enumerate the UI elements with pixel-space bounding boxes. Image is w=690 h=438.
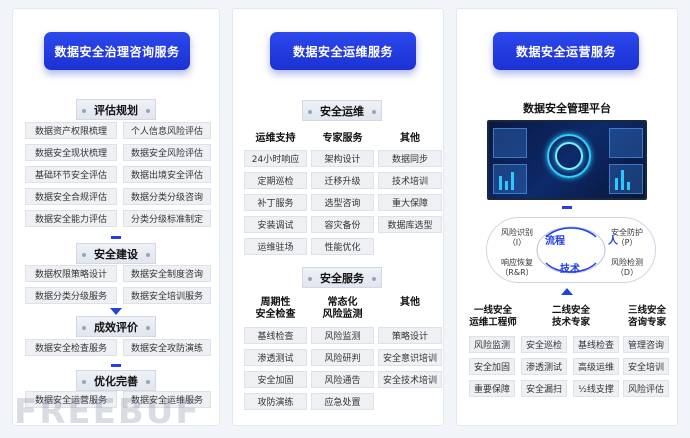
service-item: 安全加固 <box>244 371 307 388</box>
tier-item: 重要保障 <box>469 380 515 397</box>
tier-item: 风险评估 <box>623 380 669 397</box>
phase-build: 安全建设 <box>76 243 156 264</box>
service-item: 技术培训 <box>378 172 442 189</box>
service-item: 风险通告 <box>311 371 374 388</box>
assess-item: 分类分级标准制定 <box>123 210 211 227</box>
governance-header: 数据安全治理咨询服务 <box>44 32 190 70</box>
group-heading: 周期性 安全检查 <box>255 297 296 320</box>
assess-item: 数据安全攻防演练 <box>123 339 211 356</box>
service-item: 定期巡检 <box>244 172 307 189</box>
service-item: 攻防演练 <box>244 393 307 410</box>
service-item: 运维驻场 <box>244 238 307 255</box>
platform-title: 数据安全管理平台 <box>523 102 611 115</box>
tier-heading: 三线安全 咨询专家 <box>627 305 666 328</box>
tier-heading: 一线安全 运维工程师 <box>469 305 517 328</box>
service-item: 迁移升级 <box>311 172 374 189</box>
service-item: 重大保障 <box>378 194 442 211</box>
tier-item: 基线检查 <box>573 336 619 353</box>
service-item: 数据库选型 <box>378 216 442 233</box>
service-item: 应急处置 <box>311 393 374 410</box>
tier-item: 安全加固 <box>469 358 515 375</box>
service-item: 风险监测 <box>311 327 374 344</box>
platform-arrow <box>562 206 572 209</box>
assess-item: 数据安全检查服务 <box>25 339 117 356</box>
flow-dash-1 <box>111 236 121 239</box>
service-item: 安全意识培训 <box>378 349 442 366</box>
tier-item: 安全巡检 <box>521 336 567 353</box>
operation-service-header: 数据安全运营服务 <box>493 32 639 70</box>
assess-item: 个人信息风险评估 <box>123 122 211 139</box>
freebuf-watermark: FREEBUF <box>14 392 201 432</box>
phase-evaluate: 成效评价 <box>76 316 156 337</box>
group-heading: 运维支持 <box>255 133 296 144</box>
assess-item: 基础环节安全评估 <box>25 166 117 183</box>
assess-item: 数据资产权限梳理 <box>25 122 117 139</box>
assess-item: 数据安全制度咨询 <box>123 265 211 282</box>
cycle-detect: 风险检测 （D） <box>611 258 643 277</box>
service-item: 安装调试 <box>244 216 307 233</box>
platform-dashboard-image <box>487 120 647 200</box>
assess-item: 数据安全风险评估 <box>123 144 211 161</box>
service-item: 性能优化 <box>311 238 374 255</box>
assess-item: 数据出境安全评估 <box>123 166 211 183</box>
service-item: 安全技术培训 <box>378 371 442 388</box>
service-item: 风险研判 <box>311 349 374 366</box>
service-item: 策略设计 <box>378 327 442 344</box>
service-item: 数据同步 <box>378 150 442 167</box>
cycle-identify: 风险识别 （I） <box>501 228 533 247</box>
tier-item: ½线支撑 <box>573 380 619 397</box>
phase-assess: 评估规划 <box>76 99 156 120</box>
service-item: 架构设计 <box>311 150 374 167</box>
assess-item: 数据安全能力评估 <box>25 210 117 227</box>
operations-header: 数据安全运维服务 <box>270 32 416 70</box>
cycle-person: 人 <box>608 236 618 247</box>
group-heading: 专家服务 <box>322 133 363 144</box>
assess-item: 数据权限策略设计 <box>25 265 117 282</box>
tier-item: 风险监测 <box>469 336 515 353</box>
tier-item: 渗透测试 <box>521 358 567 375</box>
assess-item: 数据安全现状梳理 <box>25 144 117 161</box>
phase-optimize: 优化完善 <box>76 370 156 391</box>
flow-arrow-2 <box>110 308 122 315</box>
group-heading: 常态化 风险监测 <box>322 297 363 320</box>
tiers-arrow <box>561 288 573 295</box>
ops-section: 安全运维 <box>302 100 382 121</box>
cycle-recover: 响应恢复 （R&R） <box>500 258 534 277</box>
service-item: 基线检查 <box>244 327 307 344</box>
svc-section: 安全服务 <box>302 267 382 288</box>
tier-item: 安全培训 <box>623 358 669 375</box>
assess-item: 数据安全合规评估 <box>25 188 117 205</box>
cycle-tech: 技术 <box>560 264 580 275</box>
service-item: 容灾备份 <box>311 216 374 233</box>
assess-item: 数据分类分级咨询 <box>123 188 211 205</box>
tier-item: 管理咨询 <box>623 336 669 353</box>
assess-item: 数据安全培训服务 <box>123 287 211 304</box>
group-heading: 其他 <box>400 297 420 308</box>
tier-item: 高级运维 <box>573 358 619 375</box>
cycle-flow: 流程 <box>545 236 565 247</box>
tier-item: 安全漏扫 <box>521 380 567 397</box>
service-item: 24小时响应 <box>244 150 307 167</box>
service-item: 渗透测试 <box>244 349 307 366</box>
tier-heading: 二线安全 技术专家 <box>551 305 590 328</box>
service-item: 选型咨询 <box>311 194 374 211</box>
group-heading: 其他 <box>400 133 420 144</box>
service-item: 补丁服务 <box>244 194 307 211</box>
flow-dash-3 <box>111 364 121 367</box>
assess-item: 数据分类分级服务 <box>25 287 117 304</box>
